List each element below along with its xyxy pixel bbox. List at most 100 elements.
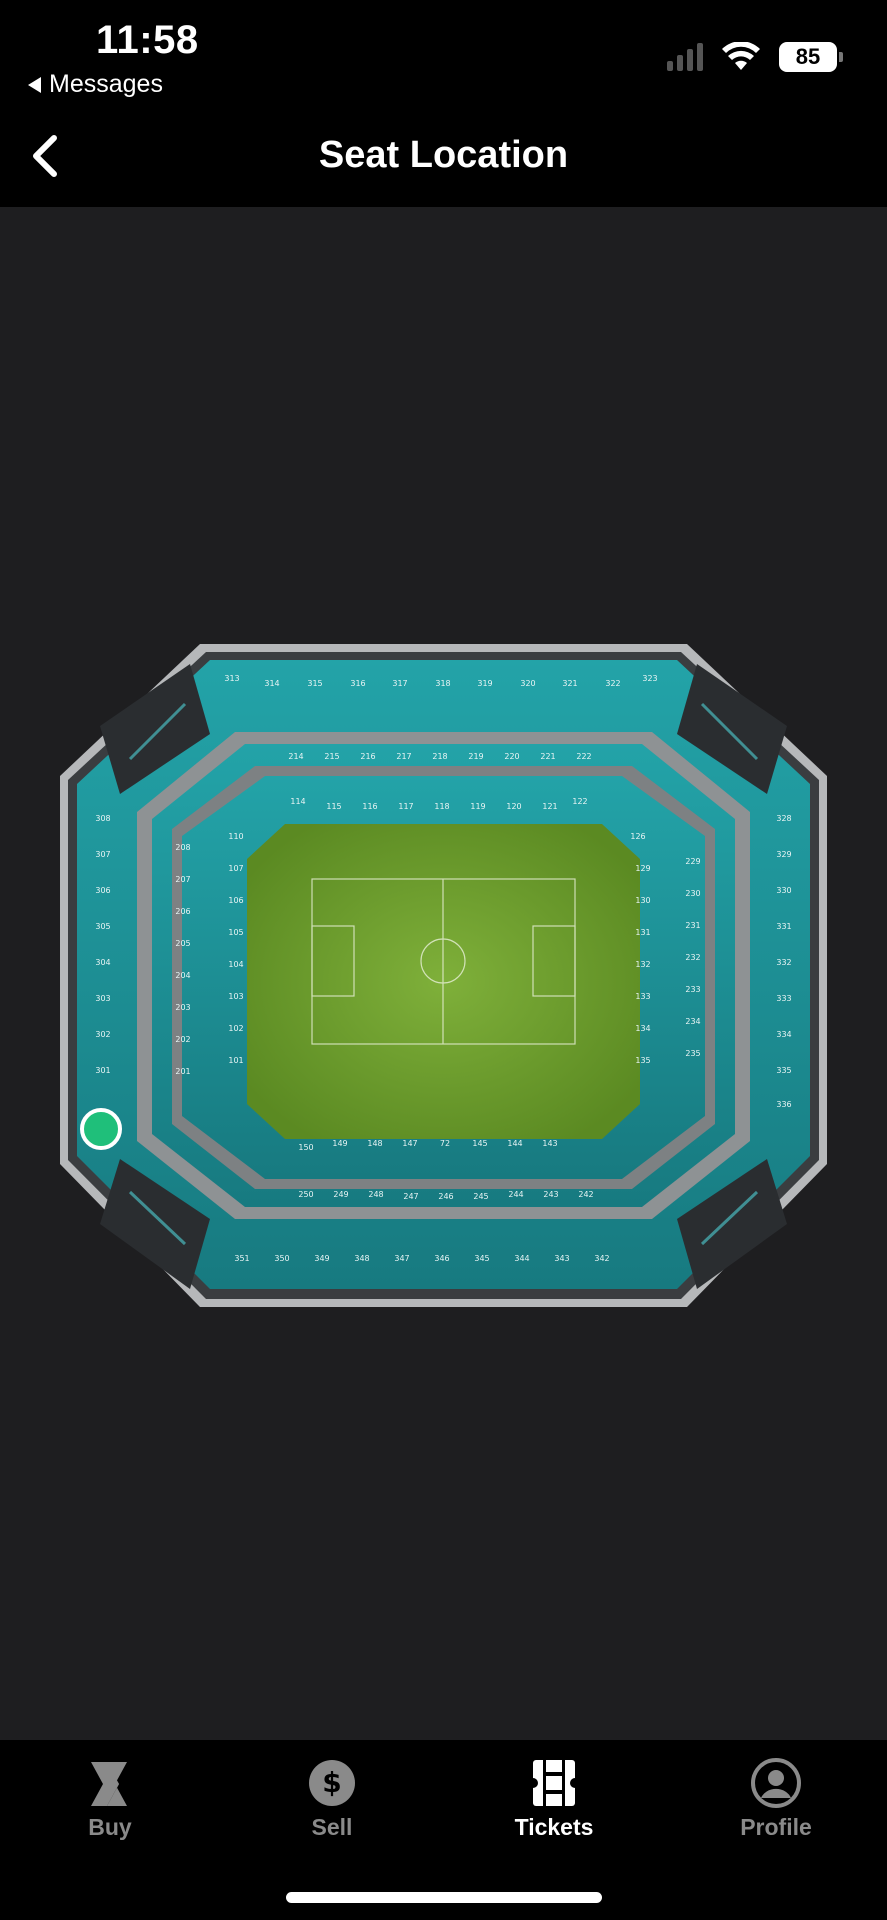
svg-text:147: 147 [402,1139,417,1148]
svg-text:107: 107 [228,864,243,873]
svg-text:135: 135 [635,1056,650,1065]
svg-text:129: 129 [635,864,650,873]
svg-text:217: 217 [396,752,411,761]
svg-text:328: 328 [776,814,791,823]
ticket-icon [529,1760,579,1806]
svg-text:110: 110 [228,832,243,841]
svg-text:229: 229 [685,857,700,866]
back-triangle-icon [28,76,41,93]
svg-text:121: 121 [542,802,557,811]
svg-text:305: 305 [95,922,110,931]
svg-text:306: 306 [95,886,110,895]
svg-text:207: 207 [175,875,190,884]
seat-map-area[interactable]: 313 314 315 316 317 318 319 320 321 322 … [0,207,887,1740]
sec-320: 320 [520,679,535,688]
svg-text:132: 132 [635,960,650,969]
svg-text:105: 105 [228,928,243,937]
svg-text:214: 214 [288,752,303,761]
back-to-messages[interactable]: Messages [28,70,163,99]
status-time: 11:58 [96,18,199,62]
svg-text:308: 308 [95,814,110,823]
svg-text:245: 245 [473,1192,488,1201]
svg-text:134: 134 [635,1024,650,1033]
svg-text:235: 235 [685,1049,700,1058]
svg-text:114: 114 [290,797,305,806]
svg-text:218: 218 [432,752,447,761]
svg-text:216: 216 [360,752,375,761]
seat-location-marker[interactable] [80,1108,122,1150]
svg-text:$: $ [322,1766,341,1799]
svg-text:118: 118 [434,802,449,811]
svg-text:230: 230 [685,889,700,898]
tab-sell-label: Sell [311,1814,353,1840]
sec-317: 317 [392,679,407,688]
sec-316: 316 [350,679,365,688]
home-indicator [286,1892,602,1903]
svg-text:231: 231 [685,921,700,930]
svg-text:248: 248 [368,1190,383,1199]
svg-text:246: 246 [438,1192,453,1201]
svg-text:120: 120 [506,802,521,811]
svg-text:143: 143 [542,1139,557,1148]
svg-text:126: 126 [630,832,645,841]
sec-319: 319 [477,679,492,688]
svg-text:307: 307 [95,850,110,859]
back-app-label: Messages [49,70,163,98]
dollar-coin-icon: $ [309,1760,355,1806]
nav-header: Seat Location [0,110,887,207]
tab-profile-label: Profile [740,1814,812,1840]
svg-text:131: 131 [635,928,650,937]
svg-text:350: 350 [274,1254,289,1263]
tab-buy-label: Buy [88,1814,132,1840]
svg-text:148: 148 [367,1139,382,1148]
svg-text:215: 215 [324,752,339,761]
svg-text:247: 247 [403,1192,418,1201]
tab-profile[interactable]: Profile [696,1758,856,1841]
sec-314: 314 [264,679,279,688]
sec-321: 321 [562,679,577,688]
svg-text:329: 329 [776,850,791,859]
tab-tickets-label: Tickets [514,1814,594,1840]
svg-text:106: 106 [228,896,243,905]
sec-315: 315 [307,679,322,688]
status-icons: 85 [667,42,843,72]
svg-text:242: 242 [578,1190,593,1199]
svg-text:344: 344 [514,1254,529,1263]
svg-text:206: 206 [175,907,190,916]
svg-text:234: 234 [685,1017,700,1026]
tab-sell[interactable]: $ Sell [252,1758,412,1841]
cellular-signal-icon [667,43,703,71]
tab-tickets[interactable]: Tickets [474,1758,634,1841]
svg-text:117: 117 [398,802,413,811]
svg-text:133: 133 [635,992,650,1001]
svg-text:250: 250 [298,1190,313,1199]
svg-text:101: 101 [228,1056,243,1065]
svg-text:119: 119 [470,802,485,811]
svg-text:347: 347 [394,1254,409,1263]
svg-text:202: 202 [175,1035,190,1044]
svg-text:201: 201 [175,1067,190,1076]
svg-text:336: 336 [776,1100,791,1109]
svg-text:72: 72 [440,1139,450,1148]
tab-buy[interactable]: Buy [30,1758,190,1841]
svg-text:335: 335 [776,1066,791,1075]
sec-313: 313 [224,674,239,683]
svg-text:103: 103 [228,992,243,1001]
svg-text:343: 343 [554,1254,569,1263]
svg-text:208: 208 [175,843,190,852]
svg-text:122: 122 [572,797,587,806]
svg-text:104: 104 [228,960,243,969]
svg-text:348: 348 [354,1254,369,1263]
sec-322: 322 [605,679,620,688]
status-bar: 11:58 Messages 85 [0,0,887,110]
svg-text:345: 345 [474,1254,489,1263]
svg-text:334: 334 [776,1030,791,1039]
svg-text:203: 203 [175,1003,190,1012]
stadium-map[interactable]: 313 314 315 316 317 318 319 320 321 322 … [60,644,827,1307]
svg-text:144: 144 [507,1139,522,1148]
svg-text:130: 130 [635,896,650,905]
svg-text:222: 222 [576,752,591,761]
svg-text:332: 332 [776,958,791,967]
sec-318: 318 [435,679,450,688]
svg-text:351: 351 [234,1254,249,1263]
